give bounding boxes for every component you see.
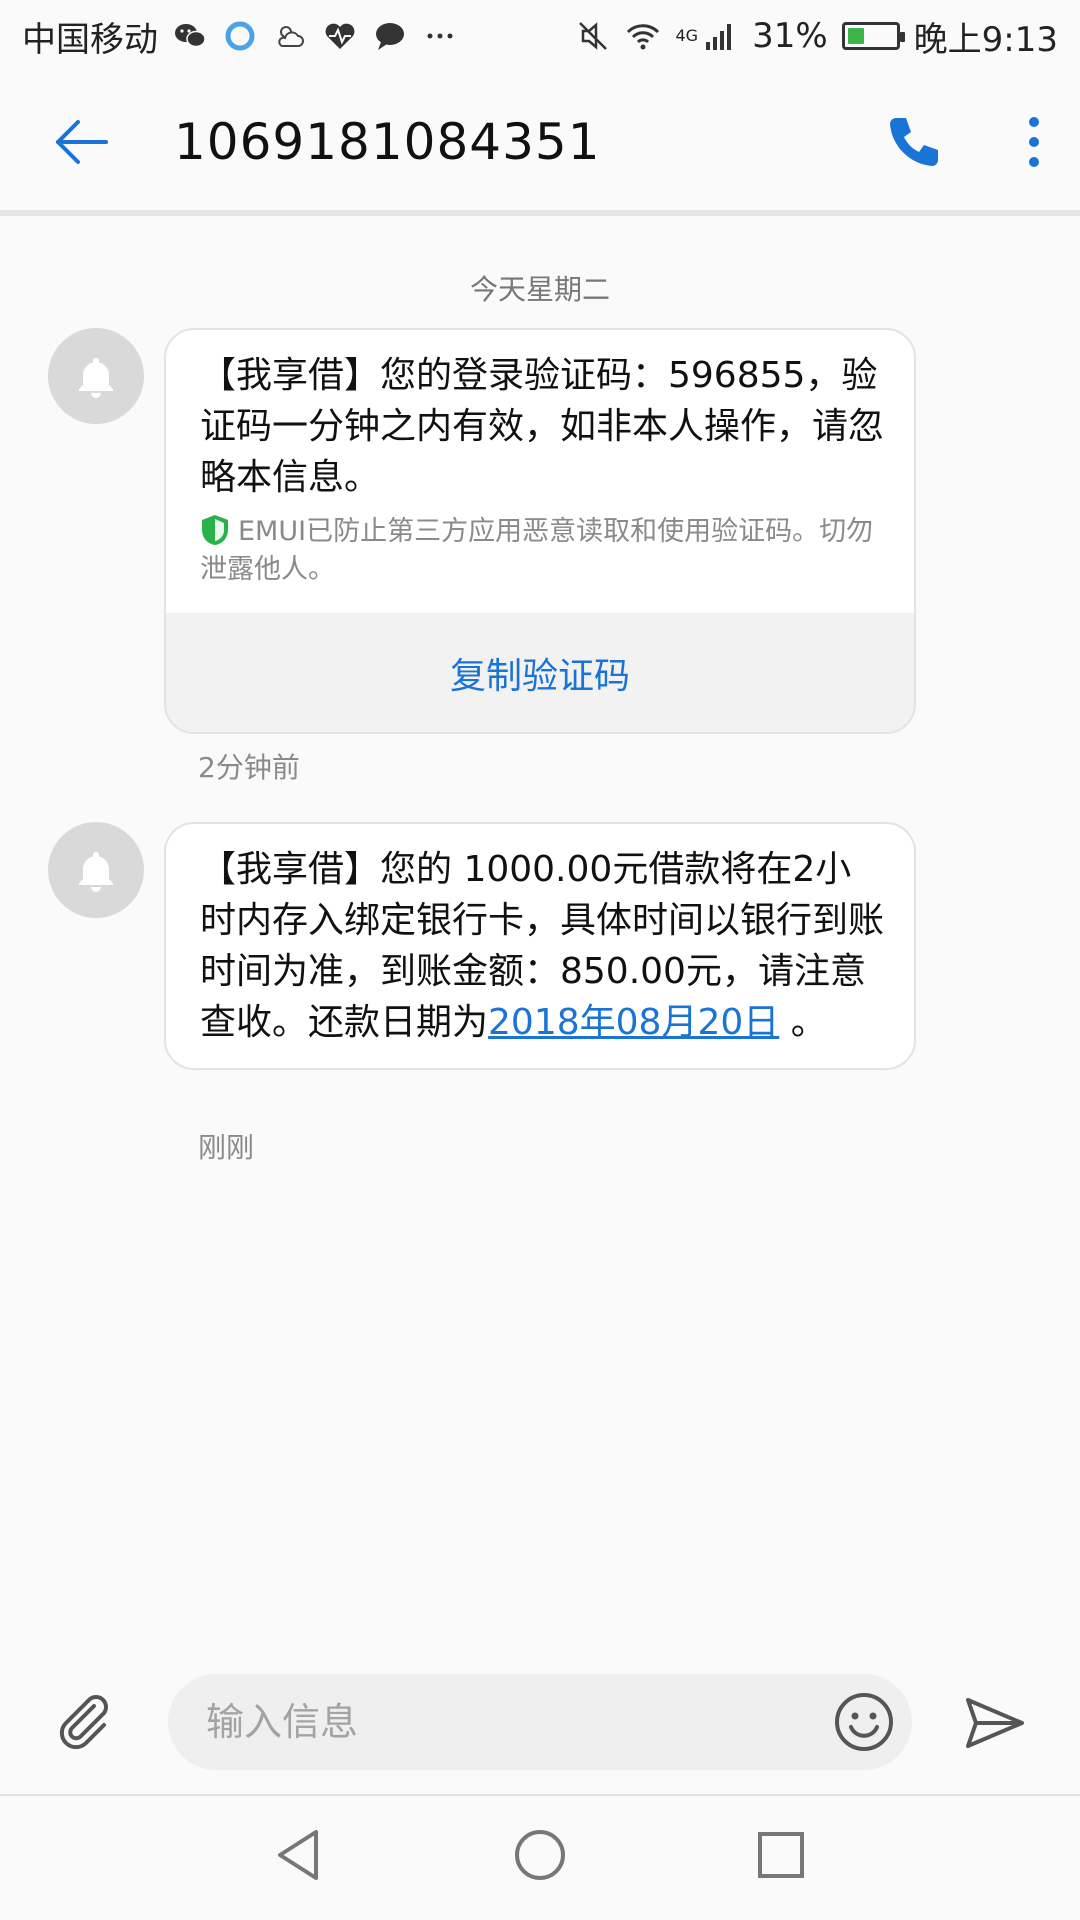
weather-icon bbox=[272, 18, 308, 54]
app-bar-divider bbox=[0, 210, 1080, 216]
battery-icon bbox=[841, 22, 905, 50]
wifi-icon bbox=[625, 18, 661, 54]
message-text-end: 。 bbox=[779, 1002, 827, 1043]
more-dots-icon bbox=[422, 18, 458, 54]
shield-icon bbox=[200, 514, 230, 546]
health-icon bbox=[322, 18, 358, 54]
message-input[interactable] bbox=[168, 1674, 912, 1770]
home-circle-icon[interactable] bbox=[511, 1826, 569, 1884]
compose-bar bbox=[0, 1670, 1080, 1776]
app-bar: 1069181084351 bbox=[0, 72, 1080, 212]
emoji-icon[interactable] bbox=[832, 1690, 896, 1754]
browser-icon bbox=[222, 18, 258, 54]
copy-code-button[interactable]: 复制验证码 bbox=[166, 613, 914, 732]
back-triangle-icon[interactable] bbox=[270, 1826, 328, 1884]
message-time: 2分钟前 bbox=[198, 751, 300, 784]
navigation-bar bbox=[0, 1796, 1080, 1920]
clock: 晚上9:13 bbox=[913, 19, 1058, 60]
battery-level bbox=[847, 28, 864, 44]
security-note: EMUI已防止第三方应用恶意读取和使用验证码。切勿泄露他人。 bbox=[166, 513, 914, 613]
message-icon bbox=[372, 18, 408, 54]
send-icon[interactable] bbox=[962, 1690, 1028, 1756]
more-vert-icon[interactable] bbox=[1024, 110, 1044, 174]
battery-percent: 31% bbox=[752, 16, 828, 56]
recents-square-icon[interactable] bbox=[752, 1826, 810, 1884]
signal-icon bbox=[702, 18, 738, 54]
contact-title: 1069181084351 bbox=[174, 113, 601, 171]
status-right: 4G 31% 晚上9:13 bbox=[575, 12, 1058, 61]
status-left: 中国移动 bbox=[22, 12, 458, 61]
sender-avatar bbox=[48, 822, 144, 918]
bell-icon bbox=[72, 846, 120, 894]
message-time: 刚刚 bbox=[198, 1131, 255, 1164]
carrier-name: 中国移动 bbox=[22, 19, 158, 60]
mute-icon bbox=[575, 18, 611, 54]
bell-icon bbox=[72, 352, 120, 400]
message-bubble[interactable]: 【我享借】您的登录验证码：596855，验证码一分钟之内有效，如非本人操作，请忽… bbox=[164, 328, 916, 734]
date-separator: 今天星期二 bbox=[469, 273, 610, 306]
back-arrow-icon[interactable] bbox=[50, 110, 114, 174]
phone-icon[interactable] bbox=[884, 112, 944, 172]
security-note-text: EMUI已防止第三方应用恶意读取和使用验证码。切勿泄露他人。 bbox=[200, 516, 874, 585]
due-date-link[interactable]: 2018年08月20日 bbox=[488, 1002, 779, 1043]
attachment-icon[interactable] bbox=[54, 1692, 116, 1754]
status-bar: 中国移动 4G 31% 晚上9:13 bbox=[0, 0, 1080, 72]
network-type: 4G bbox=[675, 25, 699, 45]
wechat-icon bbox=[172, 18, 208, 54]
message-text: 【我享借】您的 1000.00元借款将在2小时内存入绑定银行卡，具体时间以银行到… bbox=[166, 824, 914, 1068]
message-bubble[interactable]: 【我享借】您的 1000.00元借款将在2小时内存入绑定银行卡，具体时间以银行到… bbox=[164, 822, 916, 1070]
message-text: 【我享借】您的登录验证码：596855，验证码一分钟之内有效，如非本人操作，请忽… bbox=[200, 355, 885, 498]
sender-avatar bbox=[48, 328, 144, 424]
